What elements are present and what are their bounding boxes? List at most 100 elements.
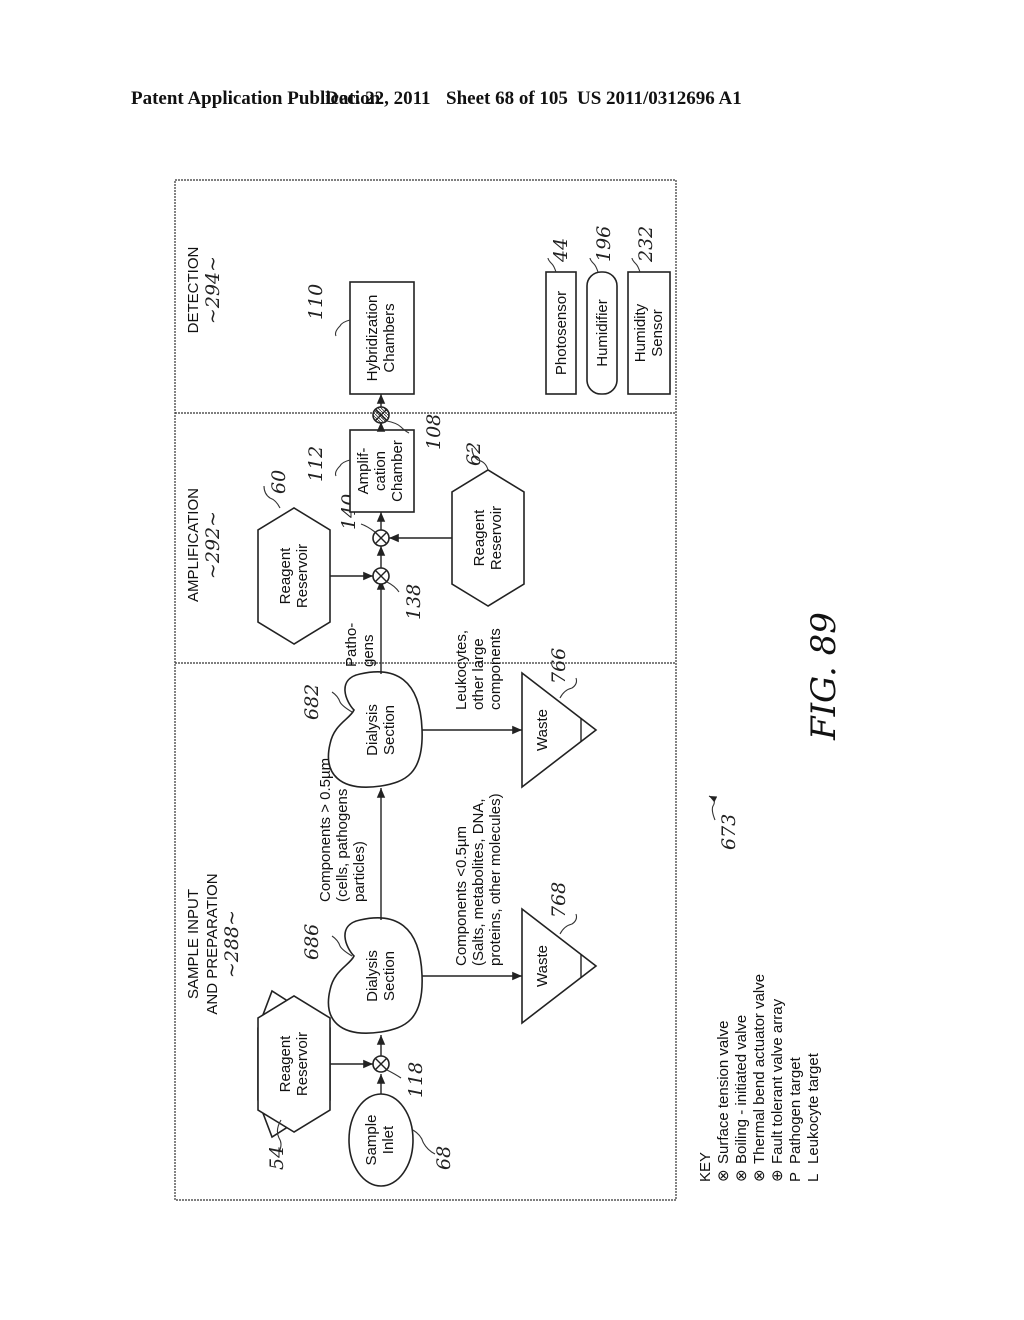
key-item-label: Pathogen target [787,1056,804,1164]
node-label: Reagent [277,1035,294,1093]
waste-766: Waste 766 [521,648,598,789]
node-label: Reservoir [488,506,505,570]
label-components-lt: Components <0.5µm (Salts, metabolites, D… [453,793,504,966]
key-item: ⊗ Surface tension valve [715,1021,732,1182]
node-label: Inlet [380,1125,397,1154]
reagent-reservoir-60: Reagent Reservoir 60 [257,470,331,645]
reagent-reservoir-54: Reagent Reservoir 54 [257,989,331,1170]
node-label: Reagent [277,547,294,605]
key-item-label: Fault tolerant valve array [769,998,786,1164]
humidifier-196: Humidifier 196 [586,226,618,395]
ref-numeral: 232 [635,226,657,263]
leukocyte-target-icon: L [805,1174,822,1182]
flow-label: gens [360,634,377,667]
label-pathogens-visible: Patho- gens [343,623,377,667]
section-title-line: AND PREPARATION [204,873,221,1014]
ref-numeral: 54 [266,1146,288,1170]
ref-numeral: 768 [548,882,570,918]
section-ref: ~294~ [202,256,224,324]
flow-label: Components > 0.5µm [317,758,334,902]
node-label: Waste [534,945,551,987]
key-item-label: Thermal bend actuator valve [751,974,768,1164]
ref-numeral: 766 [548,648,570,684]
flow-label: (Salts, metabolites, DNA, [470,798,487,966]
figure-reference-673: 673 [708,795,740,850]
node-label: Section [381,705,398,755]
boiling-initiated-valve-icon: ⊗ [733,1169,750,1182]
key-item-label: Leukocyte target [805,1052,822,1164]
key-item-label: Surface tension valve [715,1021,732,1164]
node-label: Section [381,951,398,1001]
key-item: L Leukocyte target [805,1052,822,1182]
node-label: Humidity [632,303,649,362]
section-title-line: AMPLIFICATION [185,488,202,602]
flow-label: Leukocytes, [453,630,470,710]
sample-inlet-node: Sample Inlet 68 [348,1093,455,1187]
photosensor-44: Photosensor 44 [545,238,577,395]
ref-numeral: 118 [405,1062,427,1098]
flow-label: Patho- [343,623,360,667]
node-label: Reservoir [294,544,311,608]
node-label: Photosensor [553,291,570,375]
section-detection-heading: DETECTION ~294~ [185,247,224,334]
node-label: Reservoir [294,1032,311,1096]
rotated-diagram: SAMPLE INPUT AND PREPARATION ~288~ AMPLI… [174,179,844,1201]
ref-numeral: 686 [301,924,323,960]
ref-numeral: 108 [423,414,445,450]
node-label: Sample [363,1115,380,1166]
ref-numeral: 673 [718,814,740,850]
surface-tension-valve-icon: ⊗ [715,1169,732,1182]
section-ref: ~292~ [202,511,224,579]
key-legend: KEY ⊗ Surface tension valve ⊗ Boiling - … [697,974,822,1182]
pathogen-target-icon: P [787,1172,804,1182]
ref-numeral: 110 [305,284,327,320]
flow-label: Components <0.5µm [453,826,470,966]
ref-numeral: 196 [593,226,615,262]
label-leukocytes: Leukocytes, other large components [453,628,504,710]
node-label: Waste [534,709,551,751]
key-item: P Pathogen target [787,1056,804,1182]
flow-label: other large [470,638,487,710]
ref-numeral: 138 [403,584,425,620]
node-label: Chambers [381,303,398,372]
node-label: Chamber [389,440,406,502]
section-title-line: SAMPLE INPUT [185,889,202,999]
flow-label: components [487,628,504,710]
flow-label: (cells, pathogens [334,789,351,902]
fault-tolerant-valve-icon: ⊕ [769,1169,786,1182]
node-label: Sensor [649,309,666,357]
humidity-sensor-232: Humidity Sensor 232 [627,226,671,395]
node-label: Hybridization [364,295,381,382]
key-title: KEY [697,1152,714,1182]
section-title-line: DETECTION [185,247,202,334]
node-label: cation [372,451,389,491]
key-item: ⊗ Boiling - initiated valve [733,1015,750,1182]
ref-numeral: 62 [463,442,485,466]
ref-numeral: 44 [550,238,572,263]
patent-figure: SAMPLE INPUT AND PREPARATION ~288~ AMPLI… [174,179,844,1201]
figure-label: FIG. 89 [804,612,844,741]
flow-label: proteins, other molecules) [487,793,504,966]
ref-numeral: 68 [433,1146,455,1170]
node-label: Reagent [471,509,488,567]
node-label: Dialysis [364,950,381,1002]
reagent-reservoir-62: Reagent Reservoir 62 [451,442,525,607]
flow-label: particles) [351,841,368,902]
ref-numeral: 112 [305,446,327,482]
thermal-bend-valve-icon: ⊗ [751,1169,768,1182]
node-label: Dialysis [364,704,381,756]
waste-768: Waste 768 [521,882,598,1025]
ref-numeral: 682 [301,684,323,720]
hybridization-chambers-110: Hybridization Chambers 110 [305,281,415,395]
section-sample-heading: SAMPLE INPUT AND PREPARATION ~288~ [185,873,243,1014]
label-pathogens: Patho- Patho- [330,670,359,720]
key-item: ⊗ Thermal bend actuator valve [751,974,768,1182]
key-item-label: Boiling - initiated valve [733,1015,750,1164]
node-label: Amplif- [355,448,372,495]
node-label: Humidifier [594,299,611,367]
key-item: ⊕ Fault tolerant valve array [769,998,786,1182]
ref-numeral: 60 [268,470,290,494]
amplification-chamber-112: Amplif- cation Chamber 112 [305,429,415,513]
section-amplification-heading: AMPLIFICATION ~292~ [185,488,224,602]
section-ref: ~288~ [221,910,243,978]
